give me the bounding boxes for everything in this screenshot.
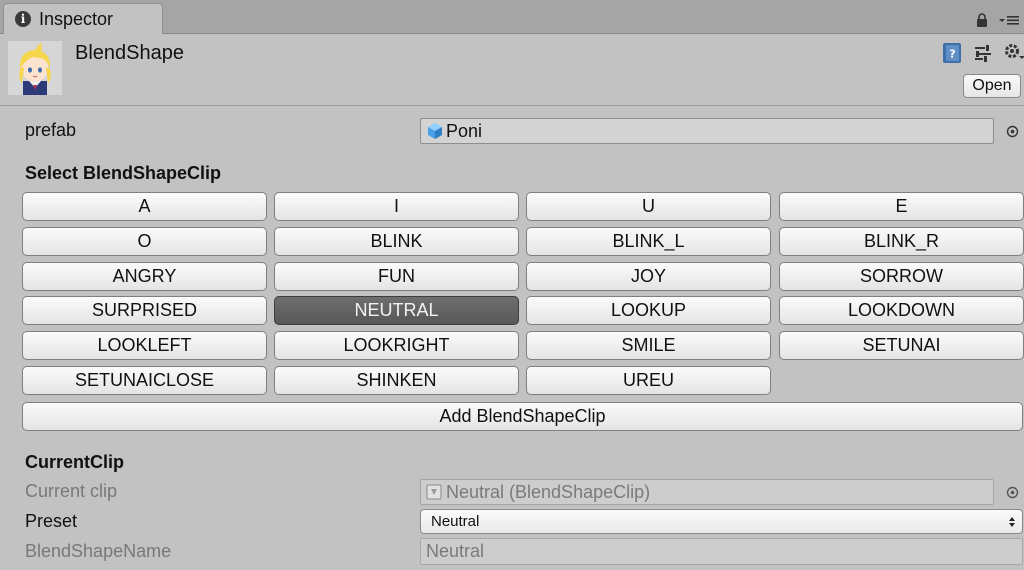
add-blendshapeclip-button[interactable]: Add BlendShapeClip xyxy=(22,402,1023,431)
tab-menu-icon[interactable] xyxy=(998,14,1020,26)
clip-button-sorrow[interactable]: SORROW xyxy=(779,262,1024,291)
clip-button-setunai[interactable]: SETUNAI xyxy=(779,331,1024,360)
tab-label: Inspector xyxy=(39,8,114,29)
preset-sliders-icon[interactable] xyxy=(974,44,992,62)
prefab-cube-icon xyxy=(428,123,442,139)
clip-button-smile[interactable]: SMILE xyxy=(526,331,771,360)
select-blendshapeclip-heading: Select BlendShapeClip xyxy=(25,163,222,183)
clip-button-lookdown[interactable]: LOOKDOWN xyxy=(779,296,1024,325)
clip-button-lookup[interactable]: LOOKUP xyxy=(526,296,771,325)
svg-text:?: ? xyxy=(949,48,955,61)
clip-button-lookright[interactable]: LOOKRIGHT xyxy=(274,331,519,360)
info-icon: i xyxy=(15,11,31,27)
preset-label: Preset xyxy=(25,511,78,531)
clip-button-e[interactable]: E xyxy=(779,192,1024,221)
inspector-header: BlendShape ? Open xyxy=(0,34,1024,106)
object-picker-icon[interactable] xyxy=(1006,125,1019,138)
preset-dropdown[interactable]: Neutral xyxy=(420,509,1023,534)
prefab-label: prefab xyxy=(25,120,77,140)
blendshape-name-field: Neutral xyxy=(420,538,1023,565)
clip-button-u[interactable]: U xyxy=(526,192,771,221)
lock-icon[interactable] xyxy=(976,13,988,27)
blendshapeclip-asset-icon xyxy=(426,484,442,500)
clip-button-surprised[interactable]: SURPRISED xyxy=(22,296,267,325)
tab-strip: i Inspector xyxy=(0,0,1024,34)
clip-button-angry[interactable]: ANGRY xyxy=(22,262,267,291)
avatar-image xyxy=(8,41,62,95)
clip-button-neutral[interactable]: NEUTRAL xyxy=(274,296,519,325)
current-clip-label: Current clip xyxy=(25,481,118,501)
gear-icon[interactable] xyxy=(1003,42,1024,64)
clip-button-blink-r[interactable]: BLINK_R xyxy=(779,227,1024,256)
help-book-icon[interactable]: ? xyxy=(942,42,962,64)
object-picker-icon xyxy=(1006,486,1019,499)
clip-button-i[interactable]: I xyxy=(274,192,519,221)
prefab-value: Poni xyxy=(446,120,483,141)
clip-button-o[interactable]: O xyxy=(22,227,267,256)
current-clip-value: Neutral (BlendShapeClip) xyxy=(446,481,651,502)
clip-button-joy[interactable]: JOY xyxy=(526,262,771,291)
clip-button-setunaiclose[interactable]: SETUNAICLOSE xyxy=(22,366,267,395)
clip-button-shinken[interactable]: SHINKEN xyxy=(274,366,519,395)
current-clip-heading: CurrentClip xyxy=(25,452,124,472)
clip-button-blink[interactable]: BLINK xyxy=(274,227,519,256)
clip-button-a[interactable]: A xyxy=(22,192,267,221)
clip-button-lookleft[interactable]: LOOKLEFT xyxy=(22,331,267,360)
open-button[interactable]: Open xyxy=(963,74,1021,98)
preset-value: Neutral xyxy=(431,513,480,530)
prefab-field[interactable]: Poni xyxy=(420,118,994,144)
clip-button-ureu[interactable]: UREU xyxy=(526,366,771,395)
clip-button-blink-l[interactable]: BLINK_L xyxy=(526,227,771,256)
clip-button-fun[interactable]: FUN xyxy=(274,262,519,291)
avatar xyxy=(8,41,62,95)
tab-inspector[interactable]: i Inspector xyxy=(3,3,163,34)
current-clip-field: Neutral (BlendShapeClip) xyxy=(420,479,994,505)
dropdown-arrows-icon xyxy=(1009,517,1015,527)
object-title: BlendShape xyxy=(75,42,184,64)
blendshape-name-label: BlendShapeName xyxy=(25,541,172,561)
